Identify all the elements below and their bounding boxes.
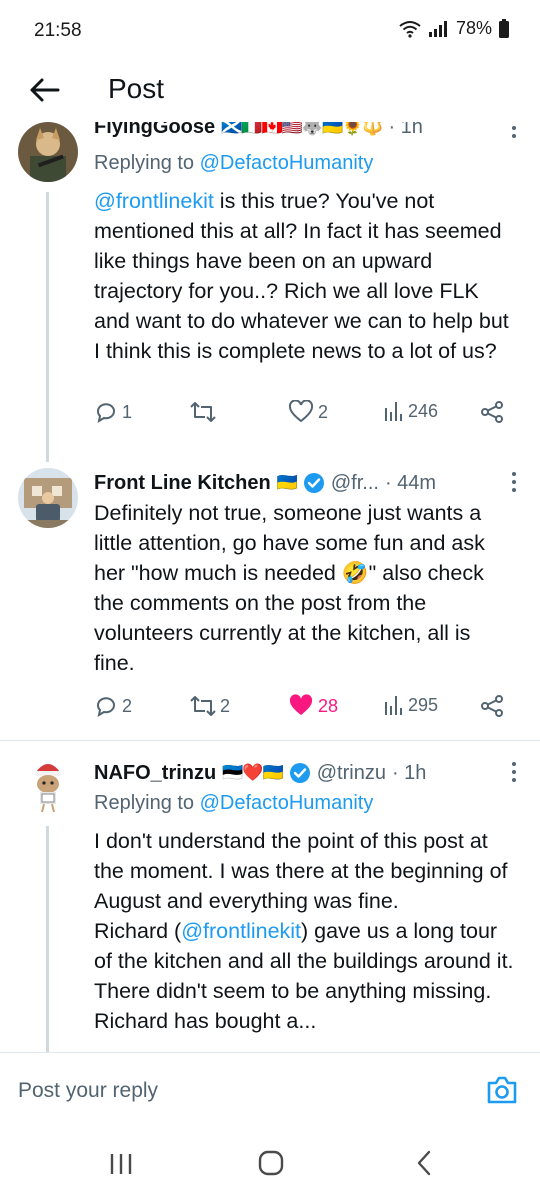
reply-input[interactable]: Post your reply bbox=[18, 1079, 158, 1103]
camera-icon[interactable] bbox=[486, 1075, 518, 1105]
status-bar: 21:58 78% bbox=[0, 0, 540, 60]
repost-icon bbox=[190, 402, 216, 422]
replying-to-handle[interactable]: @DefactoHumanity bbox=[200, 792, 374, 814]
share-icon[interactable] bbox=[480, 400, 504, 424]
wifi-icon bbox=[399, 20, 421, 38]
author-name[interactable]: FlyingGoose bbox=[94, 122, 215, 139]
replying-to: Replying to @DefactoHumanity bbox=[94, 792, 373, 815]
reply-button[interactable]: 1 bbox=[94, 400, 132, 424]
battery-icon bbox=[499, 18, 509, 38]
author-emoji-flags: 🏴󠁧󠁢󠁳󠁣󠁴󠁿🇮🇹🇨🇦🇺🇸🐺🇺🇦🌻🔱 bbox=[221, 122, 383, 136]
conversation-feed[interactable]: FlyingGoose 🏴󠁧󠁢󠁳󠁣󠁴󠁿🇮🇹🇨🇦🇺🇸🐺🇺🇦🌻🔱 · 1h Repl… bbox=[0, 122, 540, 1052]
heart-icon bbox=[288, 400, 314, 423]
post-author-row: Front Line Kitchen 🇺🇦 @fr... · 44m bbox=[94, 468, 492, 498]
like-button[interactable]: 28 bbox=[288, 694, 338, 718]
repost-count: 2 bbox=[220, 695, 231, 716]
more-options-icon[interactable] bbox=[510, 122, 518, 140]
reply-post[interactable]: FlyingGoose 🏴󠁧󠁢󠁳󠁣󠁴󠁿🇮🇹🇨🇦🇺🇸🐺🇺🇦🌻🔱 · 1h Repl… bbox=[0, 122, 540, 462]
post-author-row: NAFO_trinzu 🇪🇪❤️🇺🇦 @trinzu · 1h bbox=[94, 758, 492, 788]
thread-line bbox=[46, 826, 49, 1052]
post-time: · 44m bbox=[384, 471, 437, 494]
avatar[interactable] bbox=[18, 468, 78, 528]
reply-composer[interactable]: Post your reply bbox=[0, 1052, 540, 1130]
status-icons: 78% bbox=[398, 18, 510, 39]
reply-post[interactable]: NAFO_trinzu 🇪🇪❤️🇺🇦 @trinzu · 1h Replying… bbox=[0, 752, 540, 1052]
post-text-paragraph: I don't understand the point of this pos… bbox=[94, 829, 508, 913]
post-text-segment: Richard ( bbox=[94, 919, 182, 943]
thread-line bbox=[46, 192, 49, 462]
post-time: · 1h bbox=[388, 122, 423, 138]
recent-apps-icon[interactable] bbox=[108, 1152, 134, 1176]
post-time: · 1h bbox=[391, 761, 427, 784]
mention-link[interactable]: @frontlinekit bbox=[181, 919, 301, 943]
post-text-body: is this true? You've not mentioned this … bbox=[94, 189, 509, 363]
post-text: I don't understand the point of this pos… bbox=[94, 826, 514, 1036]
reply-post[interactable]: Front Line Kitchen 🇺🇦 @fr... · 44m Defin… bbox=[0, 462, 540, 734]
repost-icon bbox=[190, 696, 216, 716]
post-header: Post bbox=[0, 60, 540, 122]
views-button[interactable]: 295 bbox=[384, 694, 438, 716]
reply-count: 2 bbox=[122, 695, 133, 716]
author-handle[interactable]: @fr... bbox=[331, 472, 379, 495]
status-time: 21:58 bbox=[34, 20, 82, 41]
views-chart-icon bbox=[385, 696, 402, 715]
battery-percent: 78% bbox=[455, 18, 492, 38]
replying-to-handle[interactable]: @DefactoHumanity bbox=[200, 152, 374, 174]
more-options-icon[interactable] bbox=[510, 760, 518, 784]
post-actions: 2 2 28 295 bbox=[94, 694, 512, 724]
views-button[interactable]: 246 bbox=[384, 400, 438, 422]
like-count: 2 bbox=[318, 401, 329, 422]
post-text: @frontlinekit is this true? You've not m… bbox=[94, 186, 514, 366]
author-name[interactable]: NAFO_trinzu bbox=[94, 762, 216, 785]
back-arrow-icon[interactable] bbox=[26, 72, 62, 108]
post-author-row: FlyingGoose 🏴󠁧󠁢󠁳󠁣󠁴󠁿🇮🇹🇨🇦🇺🇸🐺🇺🇦🌻🔱 · 1h bbox=[94, 122, 492, 142]
replying-to-label: Replying to bbox=[94, 152, 195, 174]
repost-button[interactable] bbox=[190, 400, 220, 424]
author-emoji-flags: 🇺🇦 bbox=[276, 473, 298, 492]
author-name[interactable]: Front Line Kitchen bbox=[94, 472, 271, 495]
mention-link[interactable]: @frontlinekit bbox=[94, 189, 214, 213]
reply-icon bbox=[97, 403, 115, 424]
reply-button[interactable]: 2 bbox=[94, 694, 132, 718]
more-options-icon[interactable] bbox=[510, 470, 518, 494]
verified-badge-icon bbox=[303, 473, 324, 493]
avatar[interactable] bbox=[18, 122, 78, 182]
reply-icon bbox=[97, 697, 115, 718]
share-icon[interactable] bbox=[480, 694, 504, 718]
replying-to: Replying to @DefactoHumanity bbox=[94, 152, 373, 175]
post-text-paragraph: Richard (@frontlinekit) gave us a long t… bbox=[94, 916, 514, 1036]
like-count: 28 bbox=[318, 695, 339, 716]
view-count: 295 bbox=[408, 694, 439, 715]
replying-to-label: Replying to bbox=[94, 792, 195, 814]
signal-icon bbox=[428, 20, 447, 37]
back-icon[interactable] bbox=[414, 1150, 434, 1176]
post-actions: 1 2 246 bbox=[94, 400, 512, 430]
reply-count: 1 bbox=[122, 401, 133, 422]
repost-button[interactable]: 2 bbox=[190, 694, 230, 718]
post-text: Definitely not true, someone just wants … bbox=[94, 501, 485, 675]
heart-filled-icon bbox=[289, 694, 313, 715]
author-handle[interactable]: @trinzu bbox=[317, 762, 386, 785]
author-emoji-flags: 🇪🇪❤️🇺🇦 bbox=[222, 763, 284, 782]
verified-badge-icon bbox=[289, 763, 310, 783]
page-title: Post bbox=[108, 73, 165, 104]
post-divider bbox=[0, 740, 540, 741]
like-button[interactable]: 2 bbox=[288, 400, 328, 424]
home-icon[interactable] bbox=[258, 1150, 284, 1176]
avatar[interactable] bbox=[18, 756, 78, 816]
system-nav-bar bbox=[0, 1130, 540, 1200]
views-chart-icon bbox=[385, 402, 402, 421]
view-count: 246 bbox=[408, 400, 439, 421]
